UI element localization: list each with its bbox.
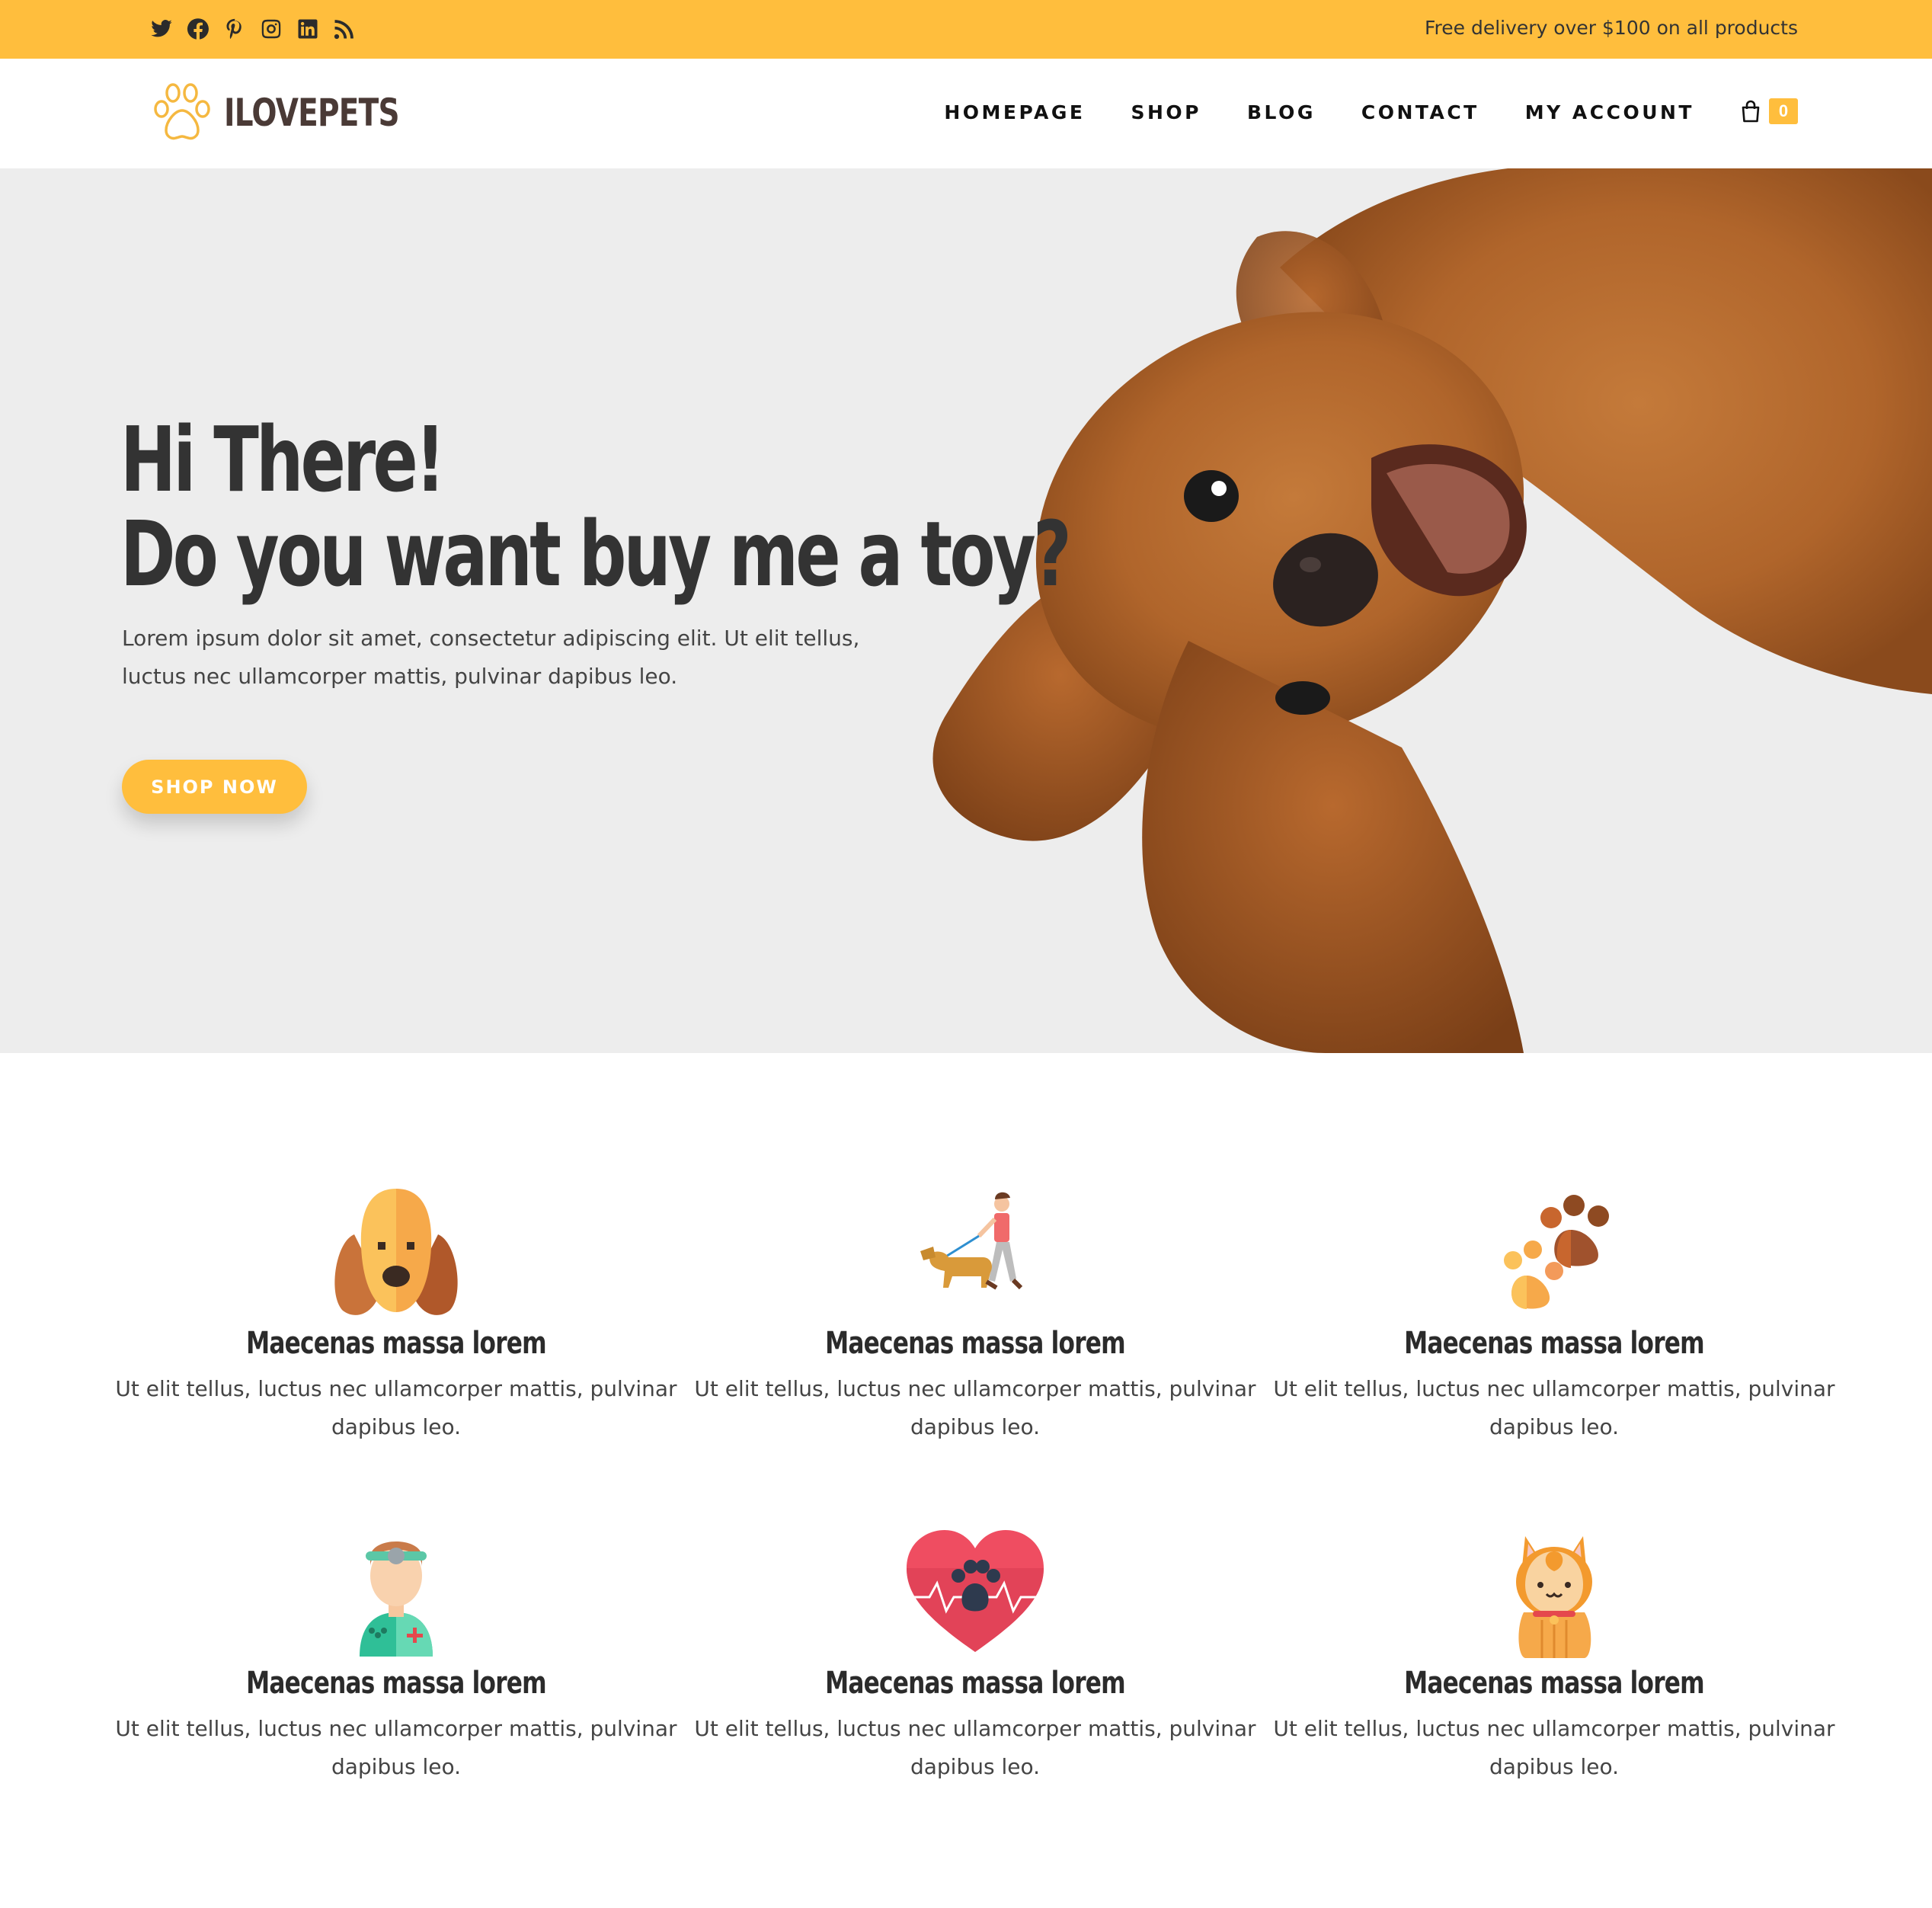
feature-text: Ut elit tellus, luctus nec ullamcorper m… [694, 1376, 1256, 1439]
dog-walker-icon [920, 1192, 1023, 1290]
linkedin-icon[interactable] [296, 15, 320, 43]
feature-title: Maecenas massa lorem [1404, 1326, 1705, 1361]
rss-icon[interactable] [332, 15, 357, 43]
feature-item: Maecenas massa lorem Ut elit tellus, luc… [693, 1521, 1257, 1786]
paw-logo-icon [154, 83, 210, 140]
feature-title: Maecenas massa lorem [825, 1666, 1126, 1701]
hero-section: Hi There! Do you want buy me a toy? Lore… [0, 168, 1932, 1053]
nav-shop[interactable]: SHOP [1131, 101, 1201, 123]
feature-title: Maecenas massa lorem [825, 1326, 1126, 1361]
dog-face-icon [334, 1189, 458, 1315]
site-header: ILOVEPETS HOMEPAGE SHOP BLOG CONTACT MY … [0, 59, 1932, 168]
feature-title: Maecenas massa lorem [246, 1666, 547, 1701]
logo-text: ILOVEPETS [224, 91, 400, 135]
site-logo[interactable]: ILOVEPETS [149, 82, 449, 144]
shop-now-button[interactable]: SHOP NOW [122, 760, 307, 814]
cart-count-badge: 0 [1769, 98, 1798, 124]
nav-blog[interactable]: BLOG [1247, 101, 1316, 123]
cat-icon [1516, 1536, 1592, 1658]
twitter-icon[interactable] [149, 15, 174, 43]
feature-title: Maecenas massa lorem [1404, 1666, 1705, 1701]
feature-text: Ut elit tellus, luctus nec ullamcorper m… [115, 1716, 677, 1779]
hero-description: Lorem ipsum dolor sit amet, consectetur … [122, 626, 860, 689]
social-links [149, 15, 357, 43]
shopping-bag-icon [1742, 100, 1760, 123]
hero-title: Hi There! Do you want buy me a toy? [120, 412, 1072, 601]
instagram-icon[interactable] [259, 15, 283, 43]
nav-homepage[interactable]: HOMEPAGE [944, 101, 1085, 123]
cart-button[interactable]: 0 [1740, 98, 1798, 124]
feature-text: Ut elit tellus, luctus nec ullamcorper m… [1273, 1376, 1835, 1439]
feature-item: Maecenas massa lorem Ut elit tellus, luc… [114, 1181, 678, 1446]
facebook-icon[interactable] [186, 15, 210, 43]
nav-contact[interactable]: CONTACT [1361, 101, 1479, 123]
feature-text: Ut elit tellus, luctus nec ullamcorper m… [1273, 1716, 1835, 1779]
feature-text: Ut elit tellus, luctus nec ullamcorper m… [694, 1716, 1256, 1779]
feature-text: Ut elit tellus, luctus nec ullamcorper m… [115, 1376, 677, 1439]
hero-title-line-1: Hi There! [120, 407, 446, 512]
paw-prints-icon [1504, 1195, 1609, 1309]
nav-my-account[interactable]: MY ACCOUNT [1525, 101, 1694, 123]
main-nav: HOMEPAGE SHOP BLOG CONTACT MY ACCOUNT [944, 101, 1694, 123]
puppy-photo [932, 168, 1932, 1053]
heart-paw-icon [905, 1530, 1045, 1652]
feature-item: Maecenas massa lorem Ut elit tellus, luc… [1272, 1521, 1836, 1786]
hero-title-line-2: Do you want buy me a toy? [120, 501, 1072, 607]
feature-item: Maecenas massa lorem Ut elit tellus, luc… [693, 1181, 1257, 1446]
top-bar: Free delivery over $100 on all products [0, 0, 1932, 59]
veterinarian-icon [360, 1541, 433, 1657]
feature-item: Maecenas massa lorem Ut elit tellus, luc… [114, 1521, 678, 1786]
feature-item: Maecenas massa lorem Ut elit tellus, luc… [1272, 1181, 1836, 1446]
feature-title: Maecenas massa lorem [246, 1326, 547, 1361]
pinterest-icon[interactable] [222, 15, 247, 43]
delivery-notice: Free delivery over $100 on all products [1424, 17, 1798, 39]
